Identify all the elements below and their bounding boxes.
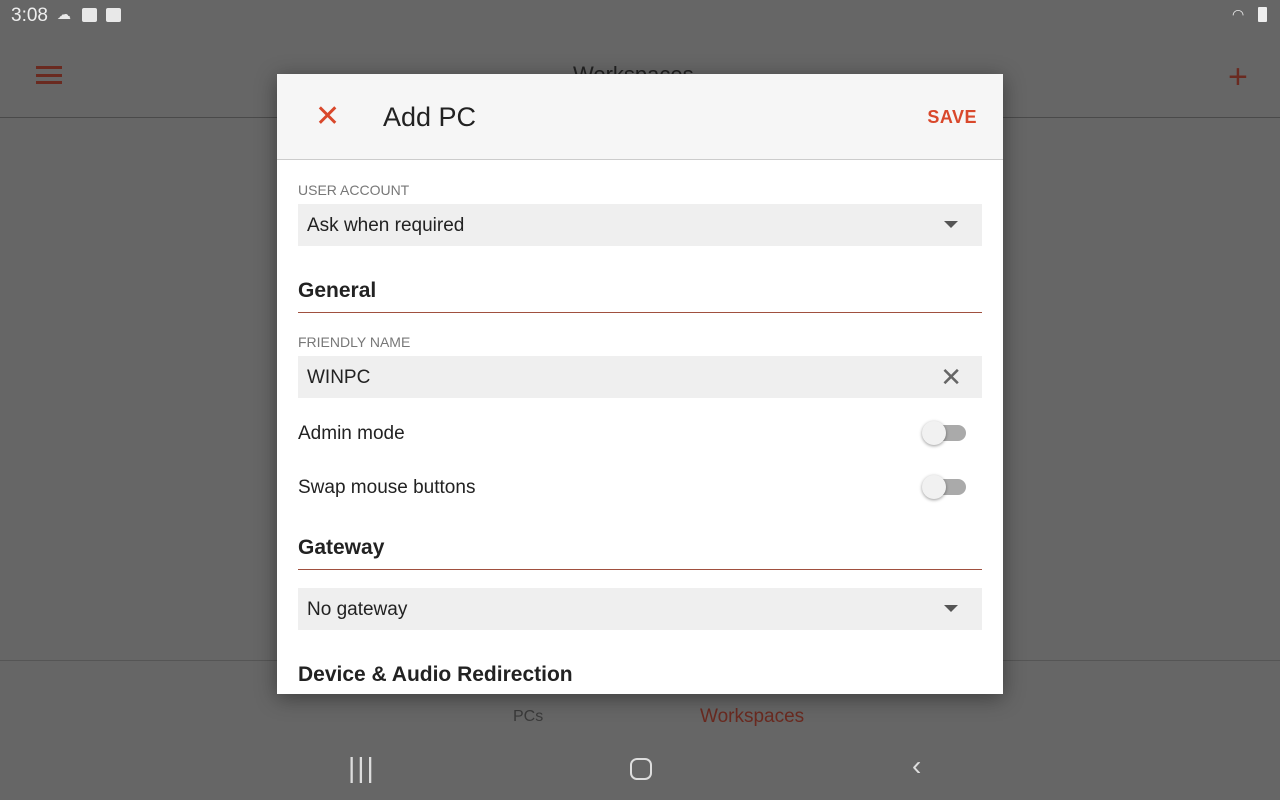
dropdown-caret-icon	[944, 221, 958, 228]
dropdown-caret-icon	[944, 605, 958, 612]
gateway-select[interactable]: No gateway	[298, 588, 982, 630]
friendly-name-value: WINPC	[307, 367, 371, 388]
add-pc-dialog: ✕ Add PC SAVE USER ACCOUNT Ask when requ…	[277, 74, 1003, 694]
recents-button[interactable]: |||	[348, 752, 376, 784]
battery-icon	[1258, 7, 1267, 22]
close-icon[interactable]: ✕	[315, 102, 340, 132]
general-heading: General	[298, 279, 377, 302]
save-button[interactable]: SAVE	[927, 107, 977, 128]
back-button[interactable]: ‹	[912, 750, 921, 782]
gateway-value: No gateway	[307, 599, 408, 620]
friendly-name-label: FRIENDLY NAME	[298, 334, 411, 350]
admin-mode-toggle[interactable]	[922, 421, 970, 445]
tab-workspaces[interactable]: Workspaces	[700, 706, 804, 728]
dialog-header: ✕ Add PC SAVE	[277, 74, 1003, 160]
dialog-title: Add PC	[383, 102, 477, 132]
friendly-name-input[interactable]: WINPC ✕	[298, 356, 982, 398]
menu-icon[interactable]	[36, 66, 62, 84]
divider	[298, 312, 982, 313]
gallery-icon	[82, 8, 97, 22]
wifi-icon: ◠	[1232, 6, 1245, 22]
admin-mode-label: Admin mode	[298, 423, 405, 444]
user-account-label: USER ACCOUNT	[298, 182, 410, 198]
user-account-value: Ask when required	[307, 215, 465, 236]
user-account-select[interactable]: Ask when required	[298, 204, 982, 246]
calendar-icon	[106, 8, 121, 22]
status-time: 3:08	[11, 5, 48, 26]
swap-mouse-toggle[interactable]	[922, 475, 970, 499]
tab-pcs[interactable]: PCs	[513, 708, 543, 726]
gateway-heading: Gateway	[298, 536, 385, 559]
home-button[interactable]	[630, 758, 652, 780]
swap-mouse-label: Swap mouse buttons	[298, 477, 476, 498]
divider	[298, 569, 982, 570]
device-audio-heading: Device & Audio Redirection	[298, 663, 573, 686]
weather-icon: ☁	[57, 6, 71, 22]
add-icon[interactable]: +	[1228, 58, 1248, 97]
clear-icon[interactable]: ✕	[940, 362, 962, 393]
